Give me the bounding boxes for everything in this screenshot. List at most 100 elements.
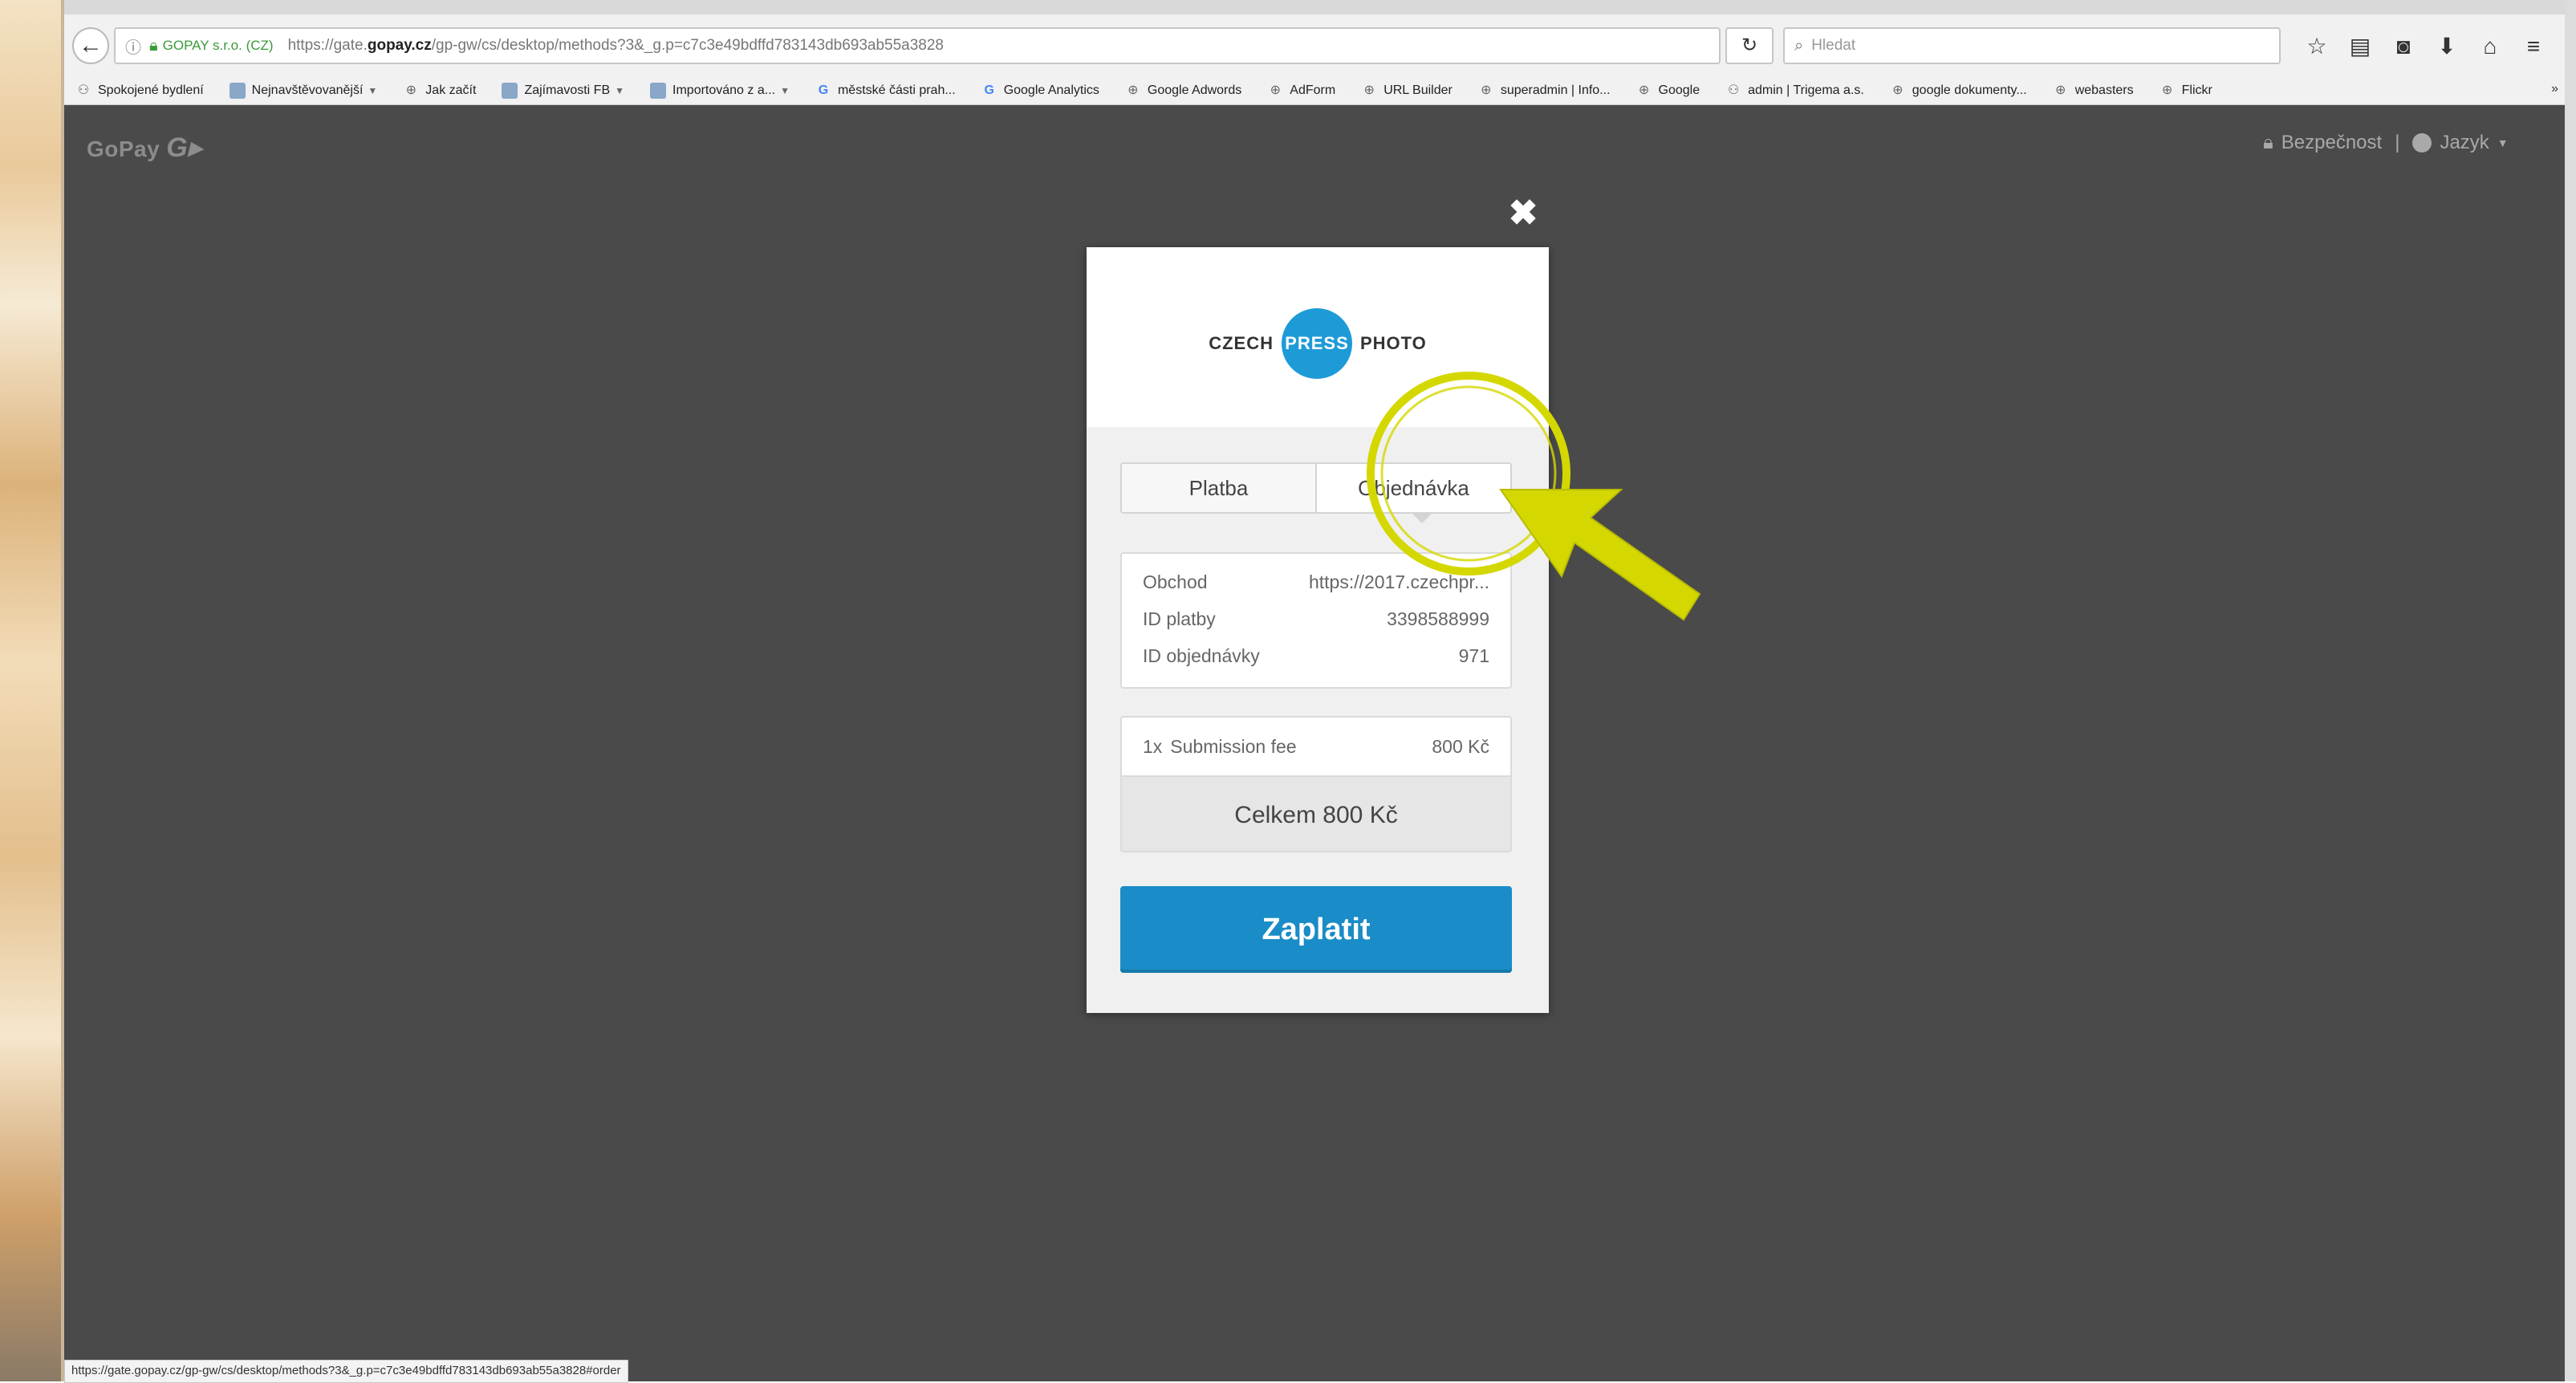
url-prefix: https://gate. xyxy=(287,37,368,54)
info-value: https://2017.czechpr... xyxy=(1308,571,1489,592)
tab-objednavka[interactable]: Objednávka xyxy=(1315,464,1510,512)
bookmark-label: Zajímavosti FB xyxy=(524,83,611,97)
star-icon[interactable]: ☆ xyxy=(2303,31,2330,63)
bookmark-item[interactable]: ⊕ google dokumenty... xyxy=(1890,83,2027,99)
google-icon: G xyxy=(984,83,994,97)
payment-info: Obchod https://2017.czechpr... ID platby… xyxy=(1120,552,1512,689)
bookmark-label: admin | Trigema a.s. xyxy=(1748,83,1864,97)
toolbar-icons: ☆ ▤ ◙ ⬇ ⌂ ≡ xyxy=(2303,31,2547,63)
url-domain: gopay.cz xyxy=(367,37,432,54)
logo-left-text: CZECH xyxy=(1209,333,1274,353)
pay-button[interactable]: Zaplatit xyxy=(1120,886,1512,973)
bookmark-item[interactable]: ■ Nejnavštěvovanější ▼ xyxy=(229,83,378,99)
menu-icon[interactable]: ≡ xyxy=(2520,31,2547,63)
globe-icon: ⊕ xyxy=(1363,83,1375,97)
bookmark-label: Google xyxy=(1658,83,1700,97)
reload-button[interactable]: ↻ xyxy=(1725,27,1774,64)
url-text[interactable]: https://gate.gopay.cz/gp-gw/cs/desktop/m… xyxy=(288,37,944,55)
info-label: ID platby xyxy=(1143,608,1216,629)
item-price: 800 Kč xyxy=(1432,735,1489,757)
bookmark-item[interactable]: ⚇ admin | Trigema a.s. xyxy=(1725,83,1864,99)
tab-platba[interactable]: Platba xyxy=(1122,464,1315,512)
globe-icon xyxy=(2412,133,2432,153)
separator: | xyxy=(2395,132,2400,153)
bookmark-item[interactable]: ⊕ Google xyxy=(1636,83,1700,99)
home-icon[interactable]: ⌂ xyxy=(2476,31,2504,63)
chevron-down-icon: ▼ xyxy=(780,85,790,96)
site-identity[interactable]: GOPAY s.r.o. (CZ) xyxy=(163,38,274,54)
navigation-bar: ← ⓘ 🔒︎ GOPAY s.r.o. (CZ) https://gate.go… xyxy=(64,14,2565,77)
globe-icon: ⊕ xyxy=(1128,83,1139,97)
desktop-edge xyxy=(2565,0,2576,1381)
folder-icon: ■ xyxy=(650,83,667,99)
logo-circle-text: PRESS xyxy=(1285,333,1349,353)
bookmarks-bar: ⚇ Spokojené bydlení ■ Nejnavštěvovanější ▼ ⊕ J… xyxy=(64,77,2565,105)
people-icon: ⚇ xyxy=(1727,83,1740,97)
merchant-logo: CZECH PRESS PHOTO xyxy=(1087,303,1549,384)
bookmark-item[interactable]: Gměstské části prah... xyxy=(815,83,956,99)
payment-modal: CZECH PRESS PHOTO Platba Objednávka Obch… xyxy=(1087,247,1549,1013)
back-arrow-icon: ← xyxy=(79,32,103,59)
order-summary: 1x Submission fee 800 Kč Celkem 800 Kč xyxy=(1120,716,1512,852)
folder-icon: ■ xyxy=(502,83,518,99)
search-placeholder: Hledat xyxy=(1811,37,1856,54)
back-button[interactable]: ← xyxy=(72,27,109,64)
bookmark-item[interactable]: ⊕ Google Adwords xyxy=(1125,83,1241,99)
info-row: Obchod https://2017.czechpr... xyxy=(1122,563,1510,600)
security-link[interactable]: Bezpečnost xyxy=(2281,132,2382,154)
bookmark-item[interactable]: G Google Analytics xyxy=(981,83,1099,99)
bookmark-item[interactable]: ⊕ URL Builder xyxy=(1361,83,1453,99)
logo-right-text: PHOTO xyxy=(1359,333,1427,353)
tab-strip xyxy=(64,0,2565,15)
bookmark-label: Importováno z a... xyxy=(672,83,776,97)
language-dropdown[interactable]: Jazyk xyxy=(2440,132,2489,154)
globe-icon: ⊕ xyxy=(1892,83,1904,97)
modal-body: Platba Objednávka Obchod https://2017.cz… xyxy=(1087,427,1549,1013)
globe-icon: ⊕ xyxy=(2161,83,2173,97)
chevron-down-icon: ▼ xyxy=(368,85,378,96)
bookmarks-more-button[interactable]: » xyxy=(2551,82,2558,96)
bookmark-item[interactable]: ⚇ Spokojené bydlení xyxy=(75,83,204,99)
info-label: Obchod xyxy=(1143,571,1208,592)
tab-pointer xyxy=(1411,512,1433,523)
address-bar[interactable]: ⓘ 🔒︎ GOPAY s.r.o. (CZ) https://gate.gopa… xyxy=(114,27,1721,64)
bookmark-label: webasters xyxy=(2074,83,2134,97)
item-quantity: 1x xyxy=(1143,735,1163,757)
bookmark-item[interactable]: ⊕ webasters xyxy=(2053,83,2134,99)
bookmark-label: Nejnavštěvovanější xyxy=(251,83,364,97)
gopay-g-icon: G▸ xyxy=(166,132,202,163)
bookmark-label: URL Builder xyxy=(1383,83,1453,97)
info-value: 3398588999 xyxy=(1387,608,1489,629)
bookmark-item[interactable]: ⊕ Flickr xyxy=(2160,83,2212,99)
search-icon: ⌕ xyxy=(1794,36,1804,55)
brand-name: GoPay xyxy=(87,136,160,161)
bookmark-item[interactable]: ⊕ superadmin | Info... xyxy=(1478,83,1611,99)
close-button[interactable]: ✖ xyxy=(1507,196,1539,231)
reload-icon: ↻ xyxy=(1741,35,1758,56)
bookmark-label: AdForm xyxy=(1290,83,1336,97)
chevron-down-icon: ▼ xyxy=(615,85,625,96)
bookmark-label: Google Analytics xyxy=(1003,83,1099,97)
order-total: Celkem 800 Kč xyxy=(1122,775,1510,851)
info-icon[interactable]: ⓘ xyxy=(125,35,141,58)
bookmark-item[interactable]: ⊕ AdForm xyxy=(1267,83,1336,99)
bookmark-item[interactable]: ⊕ Jak začít xyxy=(403,83,477,99)
bookmark-label: superadmin | Info... xyxy=(1500,83,1611,97)
folder-icon: ■ xyxy=(229,83,246,99)
bookmark-label: google dokumenty... xyxy=(1912,83,2027,97)
globe-icon: ⊕ xyxy=(405,83,416,97)
item-name: Submission fee xyxy=(1170,735,1297,757)
reading-list-icon[interactable]: ▤ xyxy=(2346,31,2374,63)
bookmark-item[interactable]: ■ Importováno z a... ▼ xyxy=(650,83,790,99)
info-row: ID objednávky 971 xyxy=(1122,637,1510,674)
bookmark-item[interactable]: ■ Zajímavosti FB ▼ xyxy=(502,83,624,99)
bookmark-label: Jak začít xyxy=(425,83,477,97)
info-value: 971 xyxy=(1458,645,1489,666)
bookmark-label: Spokojené bydlení xyxy=(98,83,204,97)
chevron-down-icon[interactable]: ▼ xyxy=(2497,136,2509,149)
status-bar: https://gate.gopay.cz/gp-gw/cs/desktop/m… xyxy=(64,1360,628,1383)
download-icon[interactable]: ⬇ xyxy=(2433,31,2460,63)
pocket-icon[interactable]: ◙ xyxy=(2390,31,2417,63)
tab-group: Platba Objednávka xyxy=(1120,462,1512,514)
search-input[interactable]: ⌕ Hledat xyxy=(1783,27,2281,64)
